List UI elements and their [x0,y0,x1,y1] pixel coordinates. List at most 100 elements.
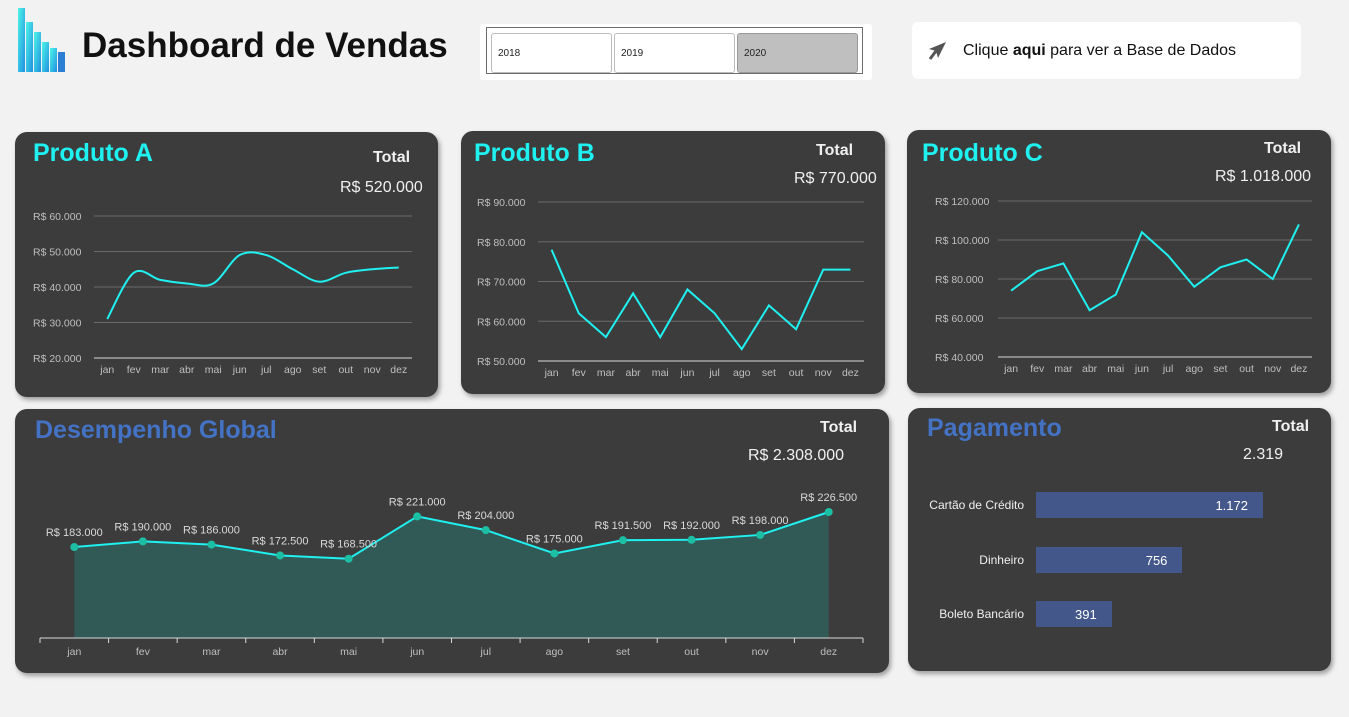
x-tick-label: fev [1030,363,1045,375]
year-slicer: 2018 2019 2020 [480,24,872,80]
x-tick-label: set [1213,363,1227,375]
panel-produto-c: Produto C Total R$ 1.018.000 R$ 120.000 R… [907,130,1331,393]
x-tick-label: mai [340,646,357,658]
x-tick-label: jun [679,367,694,379]
panel-title: Pagamento [927,414,1062,442]
y-tick-label: R$ 60.000 [935,313,984,325]
data-point [618,536,627,545]
x-tick-label: jun [232,364,247,376]
x-tick-label: jun [409,646,424,658]
x-tick-label: abr [272,646,288,658]
x-tick-label: jan [99,364,114,376]
data-point [756,530,765,539]
x-tick-label: abr [179,364,195,376]
y-tick-label: R$ 30.000 [33,318,82,330]
x-tick-label: nov [1264,363,1282,375]
data-label: R$ 186.000 [183,525,240,537]
data-point [138,537,147,546]
payment-bar-value: 391 [1075,607,1097,622]
payment-category-label: Boleto Bancário [939,607,1024,621]
data-label: R$ 191.500 [595,520,652,532]
arrow-cursor-icon [928,41,946,60]
x-tick-label: nov [364,364,382,376]
data-point [207,540,216,549]
x-tick-label: mai [652,367,669,379]
x-tick-label: jul [708,367,720,379]
x-tick-label: set [762,367,776,379]
data-point [276,551,285,560]
panel-desempenho-global: Desempenho Global Total R$ 2.308.000 R$ … [15,409,889,673]
y-tick-label: R$ 50.000 [33,247,82,259]
x-tick-label: ago [284,364,302,376]
data-label: R$ 175.000 [526,533,583,545]
x-tick-label: mar [597,367,616,379]
page-title: Dashboard de Vendas [82,26,448,65]
x-tick-label: fev [136,646,151,658]
y-tick-label: R$ 60.000 [33,211,82,223]
data-point [70,543,79,552]
data-point [413,512,422,521]
x-tick-label: jan [1003,363,1018,375]
x-tick-label: out [684,646,699,658]
x-tick-label: fev [127,364,142,376]
line-chart-produto-c: R$ 120.000 R$ 100.000 R$ 80.000 R$ 60.000 R$… [935,196,1312,375]
data-label: R$ 204.000 [457,510,514,522]
y-tick-label: R$ 40.000 [935,352,984,364]
x-tick-label: jan [66,646,81,658]
panel-produto-a: Produto A Total R$ 520.000 R$ 60.000 R$ 5… [15,132,438,397]
data-point [481,526,490,535]
y-tick-label: R$ 90.000 [477,197,526,209]
database-link-button[interactable]: Clique aqui para ver a Base de Dados [912,22,1301,79]
data-point [550,549,559,558]
x-tick-label: mar [151,364,170,376]
x-tick-label: out [1239,363,1254,375]
year-button-2020[interactable]: 2020 [737,33,858,73]
bar-chart-logo-icon [18,8,65,72]
data-label: R$ 221.000 [389,496,446,508]
x-tick-label: out [789,367,804,379]
x-tick-label: dez [390,364,407,376]
database-link-prefix: Clique [963,41,1013,59]
database-link-text: Clique aqui para ver a Base de Dados [963,42,1236,60]
x-tick-label: jul [480,646,492,658]
payment-category-label: Cartão de Crédito [929,498,1024,512]
x-tick-label: ago [1185,363,1203,375]
data-point [824,508,833,516]
x-tick-label: nov [815,367,833,379]
x-tick-label: set [312,364,326,376]
year-button-2019[interactable]: 2019 [614,33,735,73]
series-line [106,251,399,320]
y-tick-label: R$ 100.000 [935,235,989,247]
data-point [687,535,696,544]
data-label: R$ 198.000 [732,515,789,527]
area-chart-global: R$ 183.000 jan R$ 190.000 fev R$ 186.000 mar R… [39,492,864,658]
data-label: R$ 190.000 [114,521,171,533]
year-slicer-frame: 2018 2019 2020 [486,27,863,74]
y-tick-label: R$ 60.000 [477,316,526,328]
x-tick-label: abr [1082,363,1098,375]
x-tick-label: jul [1162,363,1174,375]
x-tick-label: ago [733,367,751,379]
x-tick-label: mar [202,646,221,658]
x-tick-label: fev [572,367,587,379]
series-line [550,249,851,351]
x-tick-label: dez [820,646,837,658]
y-tick-label: R$ 50.000 [477,356,526,368]
x-tick-label: mai [205,364,222,376]
line-chart-produto-a: R$ 60.000 R$ 50.000 R$ 40.000 R$ 30.000 R$ 2… [33,211,412,376]
panel-produto-b: Produto B Total R$ 770.000 R$ 90.000 R$ 8… [461,131,885,394]
y-tick-label: R$ 20.000 [33,353,82,365]
payment-category-label: Dinheiro [979,553,1024,567]
panel-pagamento: Pagamento Total 2.319 Cartão de Crédito 1… [908,408,1331,671]
series-line [1010,223,1300,312]
x-tick-label: ago [546,646,564,658]
x-tick-label: abr [625,367,641,379]
x-tick-label: mai [1107,363,1124,375]
y-tick-label: R$ 120.000 [935,196,989,208]
total-label: Total [1272,418,1310,435]
x-tick-label: jun [1134,363,1149,375]
line-chart-produto-b: R$ 90.000 R$ 80.000 R$ 70.000 R$ 60.000 R$ 5… [477,197,864,379]
x-tick-label: jan [544,367,559,379]
year-button-2018[interactable]: 2018 [491,33,612,73]
database-link-bold: aqui [1012,41,1046,59]
